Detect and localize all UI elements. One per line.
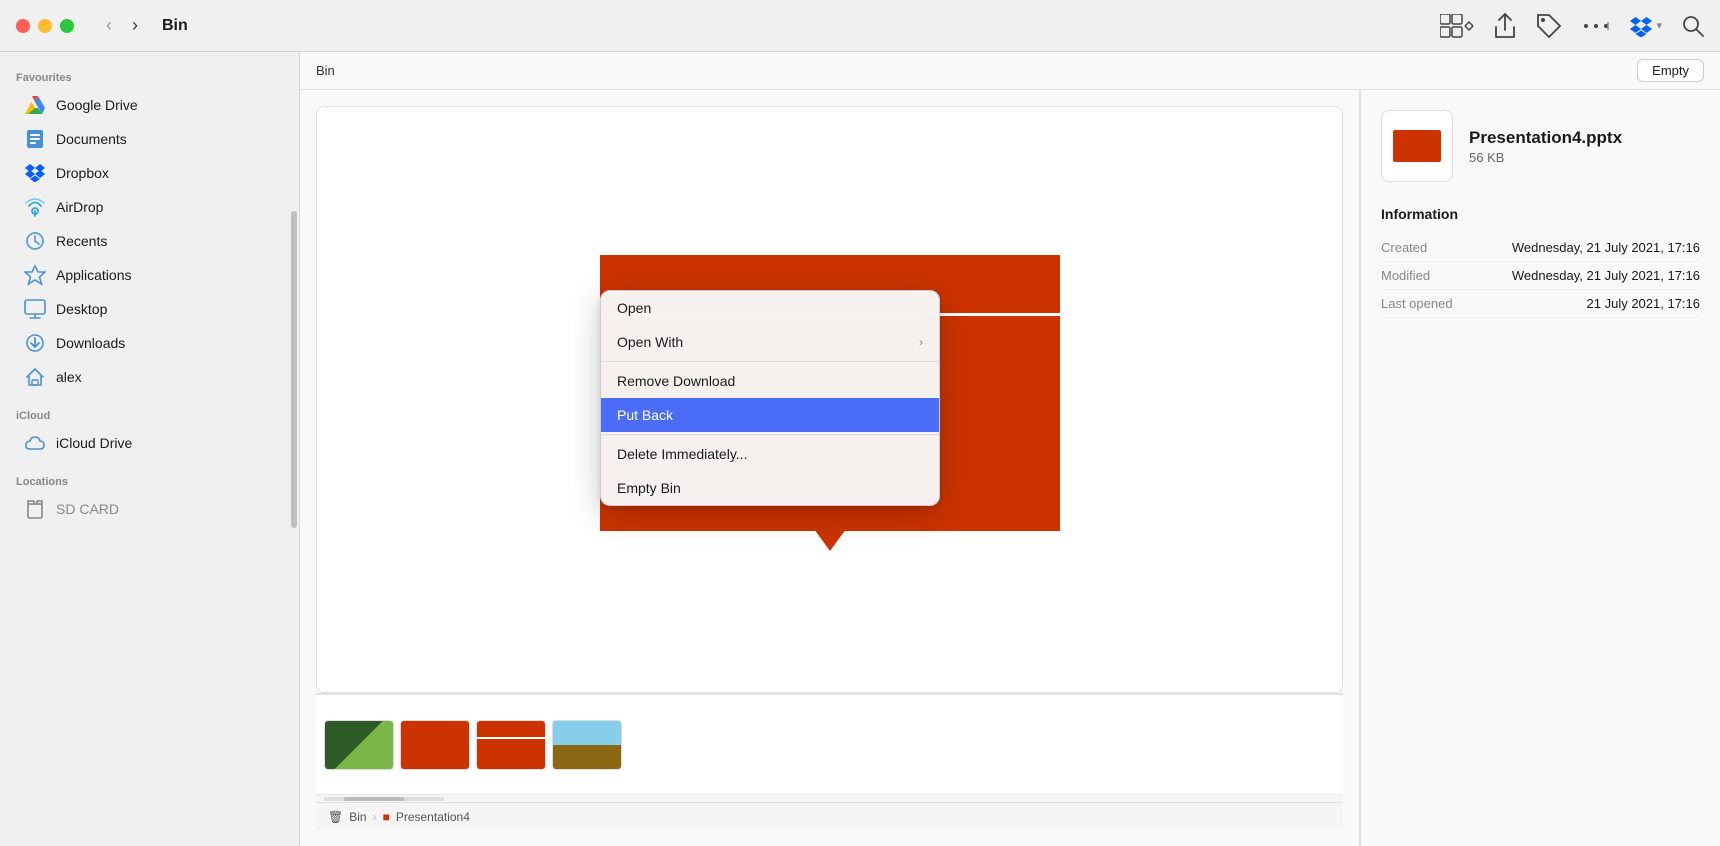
breadcrumb-bin: Bin [349, 810, 366, 824]
bin-icon: 🗑 [328, 810, 343, 824]
icloud-label: iCloud [0, 402, 299, 426]
forward-button[interactable]: › [124, 11, 146, 40]
context-divider-2 [601, 434, 939, 435]
dropbox-sidebar-icon [24, 162, 46, 184]
context-remove-download[interactable]: Remove Download [601, 364, 939, 398]
documents-label: Documents [56, 131, 127, 147]
traffic-lights [16, 19, 74, 33]
google-drive-label: Google Drive [56, 97, 138, 113]
file-icon-large [1381, 110, 1453, 182]
modified-value: Wednesday, 21 July 2021, 17:16 [1512, 268, 1700, 283]
back-button[interactable]: ‹ [98, 11, 120, 40]
file-size: 56 KB [1469, 150, 1622, 165]
context-empty-bin[interactable]: Empty Bin [601, 471, 939, 505]
pptx-small-icon: ■ [383, 810, 390, 824]
recents-icon [24, 230, 46, 252]
desktop-label: Desktop [56, 301, 107, 317]
sidebar-item-alex[interactable]: alex [8, 360, 291, 394]
sidebar-item-applications[interactable]: Applications [8, 258, 291, 292]
title-bar: ‹ › Bin [0, 0, 1720, 52]
toolbar-icons: ▾ [1440, 13, 1704, 39]
desktop-icon [24, 298, 46, 320]
icloud-drive-label: iCloud Drive [56, 435, 132, 451]
airdrop-icon [24, 196, 46, 218]
thumbnail-4[interactable] [552, 720, 622, 770]
sidebar-item-airdrop[interactable]: AirDrop [8, 190, 291, 224]
sidebar-scrollbar[interactable] [289, 52, 297, 846]
documents-icon [24, 128, 46, 150]
sidebar-item-dropbox[interactable]: Dropbox [8, 156, 291, 190]
last-opened-label: Last opened [1381, 296, 1453, 311]
last-opened-value: 21 July 2021, 17:16 [1587, 296, 1700, 311]
sidebar-item-documents[interactable]: Documents [8, 122, 291, 156]
info-panel: Presentation4.pptx 56 KB Information Cre… [1360, 90, 1720, 846]
open-with-arrow: › [919, 335, 923, 349]
context-put-back[interactable]: Put Back [601, 398, 939, 432]
file-icon-inner [1393, 130, 1441, 162]
sd-card-label: SD CARD [56, 501, 119, 517]
recents-label: Recents [56, 233, 107, 249]
content-header: Bin Empty [300, 52, 1720, 90]
thumbnail-strip [316, 694, 1343, 794]
sidebar-item-sd-card[interactable]: SD CARD [8, 492, 291, 526]
close-button[interactable] [16, 19, 30, 33]
alex-label: alex [56, 369, 82, 385]
share-button[interactable] [1494, 13, 1516, 39]
slide-pointer [814, 529, 846, 551]
created-value: Wednesday, 21 July 2021, 17:16 [1512, 240, 1700, 255]
sidebar-item-google-drive[interactable]: Google Drive [8, 88, 291, 122]
favourites-label: Favourites [0, 64, 299, 88]
downloads-icon [24, 332, 46, 354]
context-open[interactable]: Open [601, 291, 939, 325]
minimize-button[interactable] [38, 19, 52, 33]
nav-buttons: ‹ › [98, 11, 146, 40]
info-row-modified: Modified Wednesday, 21 July 2021, 17:16 [1381, 262, 1700, 290]
locations-label: Locations [0, 468, 299, 492]
created-label: Created [1381, 240, 1427, 255]
downloads-label: Downloads [56, 335, 125, 351]
dropbox-button[interactable]: ▾ [1630, 15, 1662, 37]
content-area: Bin Empty [300, 52, 1720, 846]
breadcrumb-file: Presentation4 [396, 810, 470, 824]
sidebar-item-desktop[interactable]: Desktop [8, 292, 291, 326]
thumbnail-3[interactable] [476, 720, 546, 770]
thumbnail-1[interactable] [324, 720, 394, 770]
airdrop-label: AirDrop [56, 199, 103, 215]
info-section-title: Information [1381, 206, 1700, 222]
applications-icon [24, 264, 46, 286]
context-open-with[interactable]: Open With › [601, 325, 939, 359]
sidebar: Favourites Google Drive [0, 52, 300, 846]
sidebar-item-downloads[interactable]: Downloads [8, 326, 291, 360]
view-switcher[interactable] [1440, 14, 1474, 38]
home-icon [24, 366, 46, 388]
dropbox-label: Dropbox [56, 165, 109, 181]
breadcrumb: 🗑 Bin › ■ Presentation4 [316, 802, 1343, 830]
info-row-created: Created Wednesday, 21 July 2021, 17:16 [1381, 234, 1700, 262]
sd-card-icon [24, 498, 46, 520]
icloud-icon [24, 432, 46, 454]
window-title: Bin [162, 17, 188, 35]
file-header: Presentation4.pptx 56 KB [1381, 110, 1700, 182]
thumbnail-2[interactable] [400, 720, 470, 770]
main-container: Favourites Google Drive [0, 52, 1720, 846]
empty-button[interactable]: Empty [1637, 59, 1704, 82]
folder-name: Bin [316, 63, 335, 78]
tag-button[interactable] [1536, 13, 1562, 39]
modified-label: Modified [1381, 268, 1430, 283]
file-name: Presentation4.pptx [1469, 128, 1622, 148]
sidebar-item-recents[interactable]: Recents [8, 224, 291, 258]
google-drive-icon [24, 94, 46, 116]
info-row-last-opened: Last opened 21 July 2021, 17:16 [1381, 290, 1700, 318]
applications-label: Applications [56, 267, 132, 283]
breadcrumb-separator: › [373, 810, 377, 824]
search-button[interactable] [1682, 15, 1704, 37]
more-button[interactable] [1582, 16, 1610, 36]
maximize-button[interactable] [60, 19, 74, 33]
sidebar-item-icloud-drive[interactable]: iCloud Drive [8, 426, 291, 460]
context-delete-immediately[interactable]: Delete Immediately... [601, 437, 939, 471]
context-menu: Open Open With › Remove Download Put Bac… [600, 290, 940, 506]
content-body: 🗑 Bin › ■ Presentation4 Open Open With › [300, 90, 1720, 846]
context-divider-1 [601, 361, 939, 362]
